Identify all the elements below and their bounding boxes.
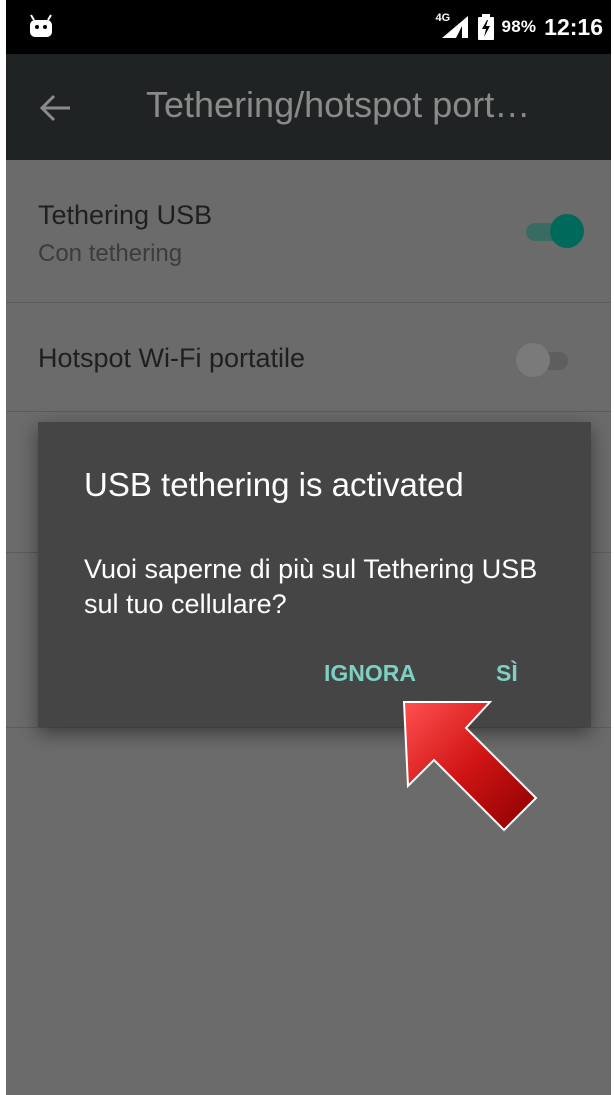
status-bar: 4G 98% 12:16	[6, 0, 611, 54]
ignore-button[interactable]: IGNORA	[324, 660, 416, 687]
battery-charging-icon	[477, 14, 494, 40]
yes-button[interactable]: SÌ	[496, 660, 518, 687]
pointer-arrow-icon	[402, 701, 538, 832]
toggle-thumb	[516, 343, 550, 377]
wifi-hotspot-toggle[interactable]	[516, 343, 570, 377]
status-icons: 4G 98% 12:16	[436, 0, 603, 54]
dialog-title: USB tethering is activated	[84, 466, 464, 503]
status-clock: 12:16	[544, 13, 603, 40]
setting-title: Hotspot Wi-Fi portatile	[38, 343, 306, 373]
android-notification-icon	[30, 14, 52, 37]
setting-usb-tethering[interactable]: Tethering USB Con tethering	[6, 160, 611, 303]
battery-percentage: 98%	[501, 17, 537, 36]
usb-tethering-dialog: USB tethering is activated Vuoi saperne …	[38, 422, 591, 727]
setting-subtitle: Con tethering	[38, 240, 183, 267]
toggle-thumb	[550, 214, 584, 248]
app-toolbar: Tethering/hotspot port…	[6, 54, 611, 160]
phone-screen: 4G 98% 12:16 Tethering/hotspot port… Tet…	[6, 0, 611, 1095]
signal-4g-icon: 4G	[436, 12, 470, 40]
page-title: Tethering/hotspot port…	[146, 84, 531, 125]
usb-tethering-toggle[interactable]	[524, 214, 584, 248]
setting-title: Tethering USB	[38, 200, 213, 230]
setting-wifi-hotspot[interactable]: Hotspot Wi-Fi portatile	[6, 303, 611, 412]
dialog-message: Vuoi saperne di più sul Tethering USB su…	[84, 554, 538, 619]
back-arrow-icon[interactable]	[36, 88, 76, 128]
